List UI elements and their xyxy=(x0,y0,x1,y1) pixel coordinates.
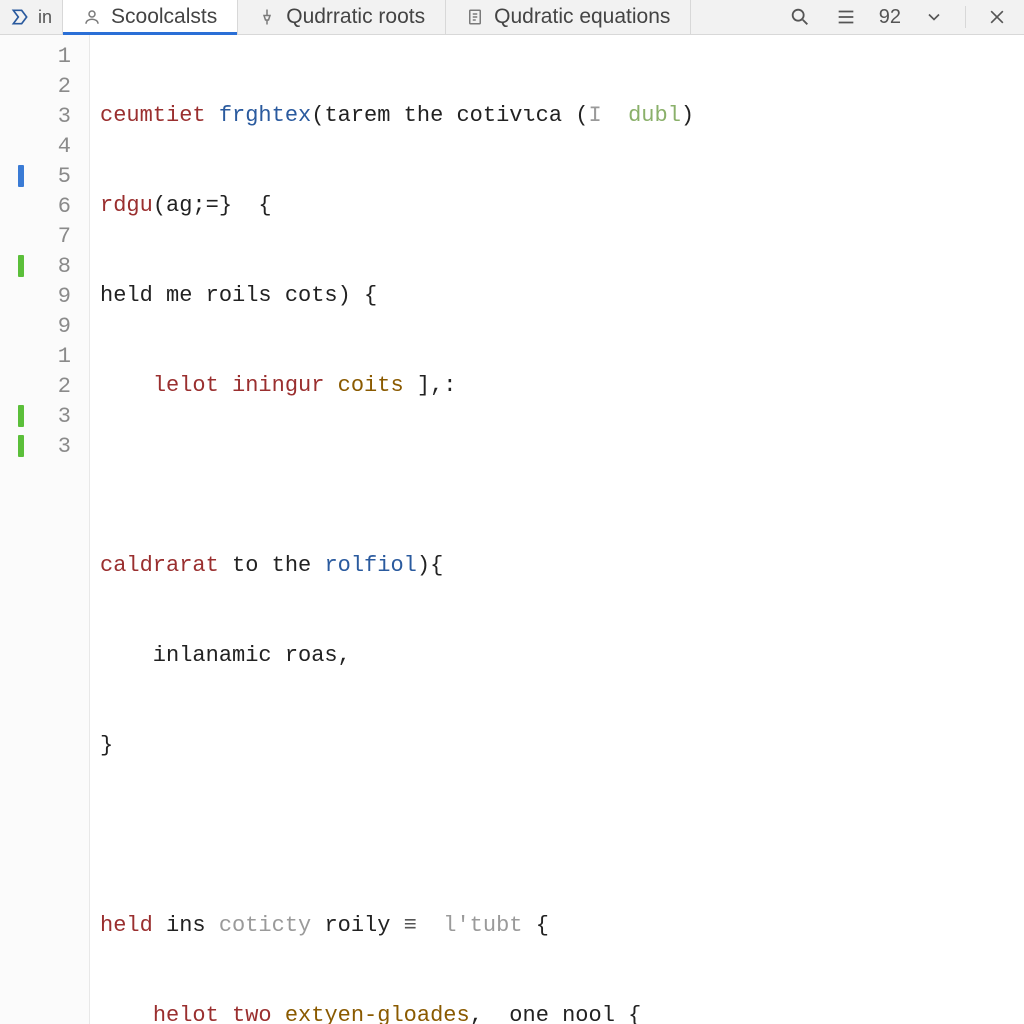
user-icon xyxy=(83,8,101,26)
tab-qudrratic-roots[interactable]: Qudrratic roots xyxy=(238,0,446,34)
tab-label: Scoolcalsts xyxy=(111,5,217,29)
code-line: ceumtiet frghtex(tarem the cotivιca (I d… xyxy=(100,101,1024,131)
code-line: held me roils cots) { xyxy=(100,281,1024,311)
line-number: 1 xyxy=(24,344,89,369)
code-line: } xyxy=(100,731,1024,761)
toolbar-left-label: in xyxy=(38,7,52,28)
code-line: caldrarat to the rolfiol){ xyxy=(100,551,1024,581)
line-number: 2 xyxy=(24,374,89,399)
toolbar-left: in xyxy=(0,0,63,34)
gutter-row: 3 xyxy=(0,431,89,461)
gutter-row: 5 xyxy=(0,161,89,191)
code-line: inlanamic roas, xyxy=(100,641,1024,671)
tab-label: Qudratic equations xyxy=(494,5,670,29)
line-number: 1 xyxy=(24,44,89,69)
pin-icon xyxy=(258,8,276,26)
toolbar-right: 92 xyxy=(773,0,1024,34)
line-number: 8 xyxy=(24,254,89,279)
gutter-row: 9 xyxy=(0,311,89,341)
tab-label: Qudrratic roots xyxy=(286,5,425,29)
app-root: in Scoolcalsts Qudrratic roots Qudratic … xyxy=(0,0,1024,1024)
close-button[interactable] xyxy=(980,0,1014,34)
tab-qudratic-equations[interactable]: Qudratic equations xyxy=(446,0,691,34)
code-line: held ins coticty roily ≡ l'tubt { xyxy=(100,911,1024,941)
line-number: 3 xyxy=(24,104,89,129)
code-line: rdgu(ag;=} { xyxy=(100,191,1024,221)
search-icon xyxy=(789,6,811,28)
gutter-row: 3 xyxy=(0,401,89,431)
tab-scoolcalsts[interactable]: Scoolcalsts xyxy=(63,0,238,34)
menu-button[interactable] xyxy=(829,0,863,34)
search-button[interactable] xyxy=(783,0,817,34)
gutter-row: 6 xyxy=(0,191,89,221)
line-number: 4 xyxy=(24,134,89,159)
doc-icon xyxy=(466,8,484,26)
toolbar-counter: 92 xyxy=(875,6,905,29)
line-number: 5 xyxy=(24,164,89,189)
tab-strip: Scoolcalsts Qudrratic roots Qudratic equ… xyxy=(63,0,773,34)
menu-icon xyxy=(835,6,857,28)
line-number: 9 xyxy=(24,314,89,339)
gutter-row: 3 xyxy=(0,101,89,131)
gutter-row: 2 xyxy=(0,71,89,101)
chevron-down-icon xyxy=(924,7,944,27)
gutter-row: 1 xyxy=(0,41,89,71)
line-number: 7 xyxy=(24,224,89,249)
gutter: 1 2 3 4 5 6 7 8 9 9 1 2 3 3 xyxy=(0,35,90,1024)
line-number: 3 xyxy=(24,434,89,459)
code-line: lelot iningur coits ],: xyxy=(100,371,1024,401)
line-number: 3 xyxy=(24,404,89,429)
toolbar: in Scoolcalsts Qudrratic roots Qudratic … xyxy=(0,0,1024,35)
code-area[interactable]: ceumtiet frghtex(tarem the cotivιca (I d… xyxy=(90,35,1024,1024)
gutter-row: 7 xyxy=(0,221,89,251)
toolbar-divider xyxy=(965,6,966,28)
line-number: 9 xyxy=(24,284,89,309)
line-number: 2 xyxy=(24,74,89,99)
code-line xyxy=(100,461,1024,491)
close-icon xyxy=(987,7,1007,27)
editor: 1 2 3 4 5 6 7 8 9 9 1 2 3 3 ceumtiet frg… xyxy=(0,35,1024,1024)
gutter-row: 1 xyxy=(0,341,89,371)
code-line: helot two extyen-gloades, one nool { xyxy=(100,1001,1024,1024)
dropdown-button[interactable] xyxy=(917,0,951,34)
app-logo-icon xyxy=(10,7,30,27)
gutter-row: 8 xyxy=(0,251,89,281)
gutter-row: 2 xyxy=(0,371,89,401)
code-line xyxy=(100,821,1024,851)
gutter-row: 4 xyxy=(0,131,89,161)
gutter-row: 9 xyxy=(0,281,89,311)
line-number: 6 xyxy=(24,194,89,219)
